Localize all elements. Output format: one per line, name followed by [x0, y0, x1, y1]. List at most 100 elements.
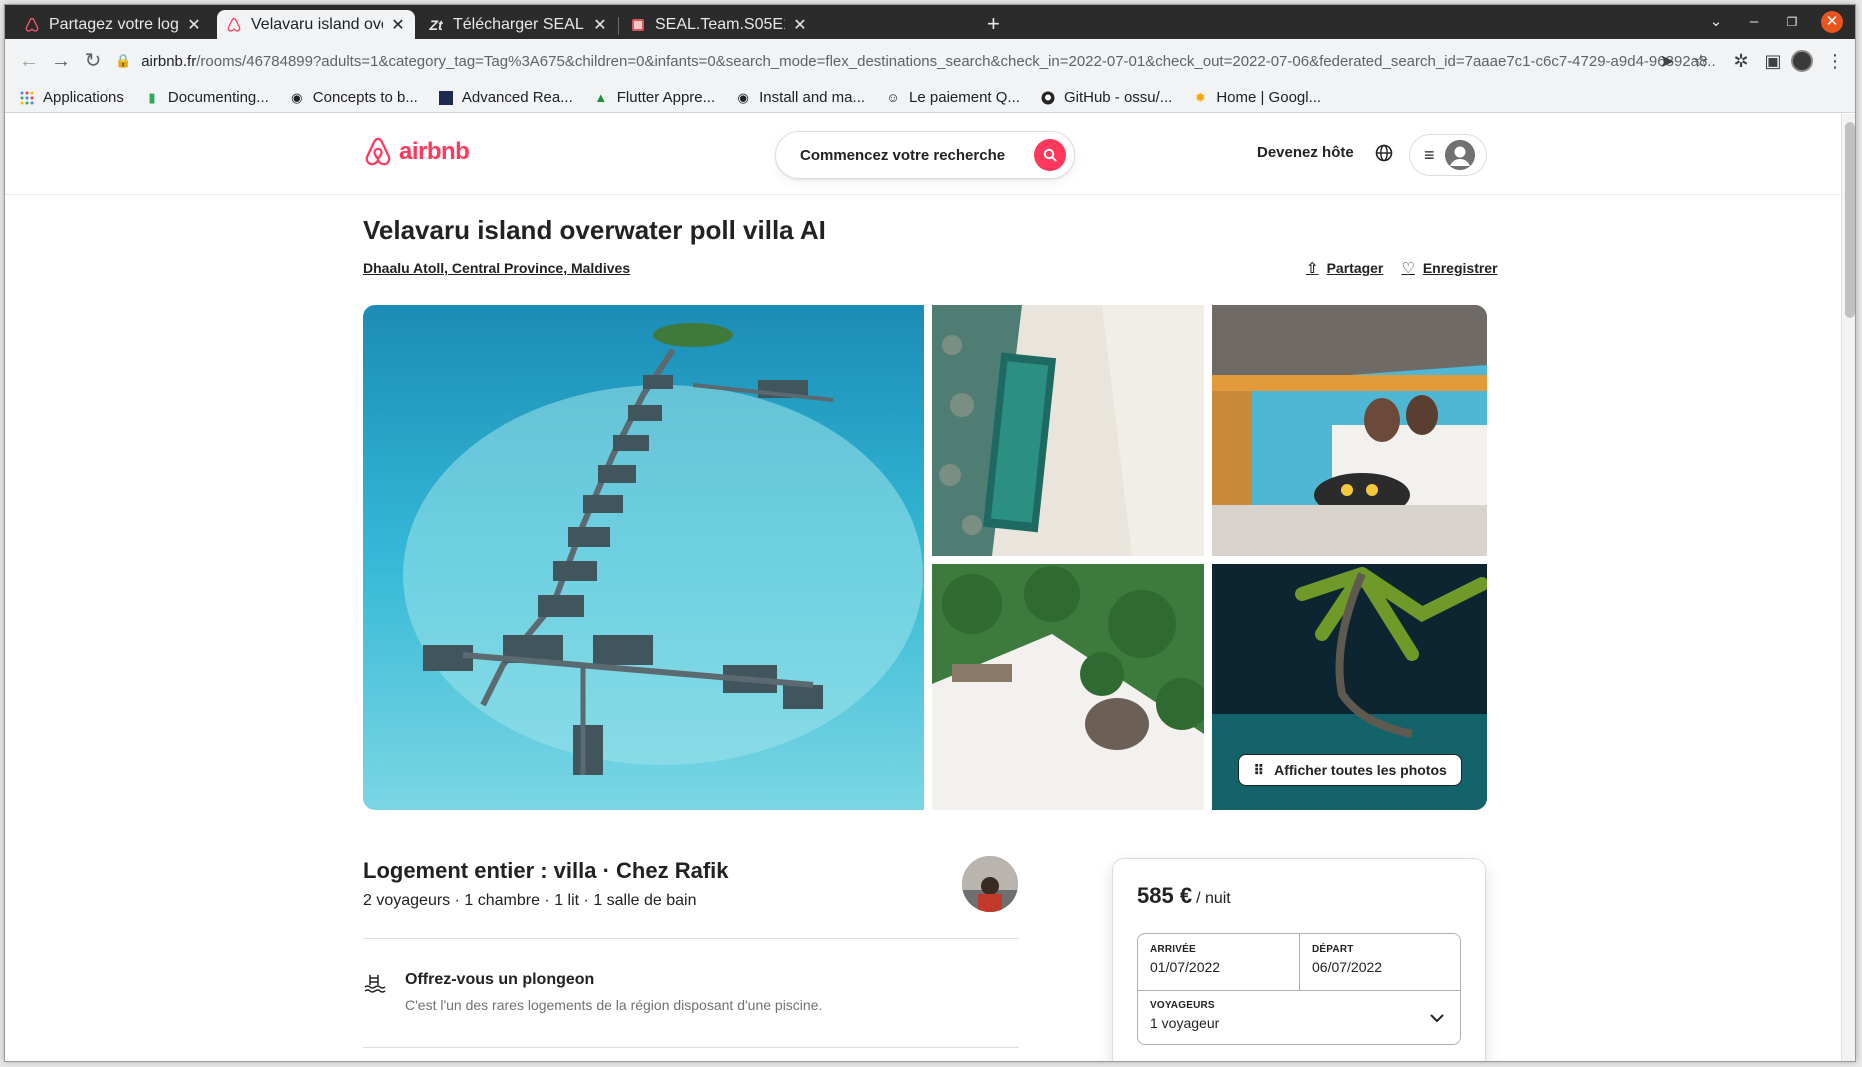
profile-avatar[interactable]	[1791, 50, 1813, 72]
bookmark-concepts[interactable]: ◉ Concepts to b...	[289, 89, 418, 106]
chevron-down-icon[interactable]	[1430, 1010, 1444, 1028]
main-photo-overwater-villas[interactable]	[363, 305, 924, 810]
logo-text: airbnb	[399, 138, 470, 165]
lock-icon: 🔒	[115, 53, 132, 68]
photo-beach-island[interactable]	[932, 564, 1204, 810]
heart-icon: ♡	[1401, 260, 1415, 277]
search-button[interactable]	[1034, 139, 1066, 171]
checkin-field[interactable]: ARRIVÉE 01/07/2022	[1138, 934, 1299, 985]
close-window-button[interactable]: ✕	[1821, 11, 1843, 33]
side-panel-icon[interactable]: ▣	[1761, 49, 1785, 73]
bookmark-label: GitHub - ossu/...	[1063, 89, 1173, 106]
listing-title: Velavaru island overwater poll villa AI	[363, 215, 826, 245]
feature-title: Offrez-vous un plongeon	[405, 971, 595, 988]
reload-icon[interactable]: ↻	[81, 49, 105, 73]
grid-dots-icon: ⠿	[1253, 761, 1265, 778]
scrollbar-thumb[interactable]	[1845, 122, 1855, 318]
site-header: airbnb Commencez votre recherche Devenez…	[5, 114, 1841, 195]
become-host-link[interactable]: Devenez hôte	[1257, 144, 1354, 161]
checkin-value: 01/07/2022	[1150, 959, 1221, 975]
tab-title: SEAL.Team.S05E10.VOST	[655, 15, 785, 33]
user-menu-button[interactable]: ≡	[1409, 134, 1487, 176]
star-icon[interactable]: ☆	[1689, 49, 1713, 73]
show-all-photos-label: Afficher toutes les photos	[1274, 762, 1447, 778]
apps-grid-icon	[19, 90, 35, 106]
location-link[interactable]: Dhaalu Atoll, Central Province, Maldives	[363, 260, 630, 276]
share-button[interactable]: ⇧ Partager	[1306, 259, 1383, 277]
close-tab-icon[interactable]: ✕	[791, 15, 809, 35]
url-path: /rooms/46784899?adults=1&category_tag=Ta…	[196, 52, 1717, 70]
tab-search-chevron-icon[interactable]: ⌄	[1705, 11, 1727, 33]
checkin-label: ARRIVÉE	[1150, 944, 1196, 955]
photo-spa-massage[interactable]	[1212, 305, 1487, 556]
bookmark-label: Le paiement Q...	[909, 89, 1020, 106]
web-page: airbnb Commencez votre recherche Devenez…	[5, 114, 1841, 1061]
bookmark-paiement[interactable]: ☺ Le paiement Q...	[885, 89, 1020, 106]
tab-title: Partagez votre logement	[49, 15, 179, 33]
bookmark-label: Flutter Appre...	[616, 89, 716, 106]
tab-seal-vost[interactable]: SEAL.Team.S05E10.VOST ✕	[621, 10, 817, 39]
bookmark-flutter[interactable]: ▲ Flutter Appre...	[593, 89, 715, 106]
price-unit: / nuit	[1196, 890, 1231, 907]
film-icon	[629, 16, 647, 34]
url-host: airbnb.fr	[141, 52, 197, 70]
tab-velavaru[interactable]: Velavaru island overwater ✕	[217, 10, 415, 39]
bookmark-advanced-rea[interactable]: Advanced Rea...	[438, 89, 573, 106]
search-icon	[1043, 148, 1057, 162]
page-scrollbar[interactable]	[1841, 114, 1855, 1061]
bookmarks-bar: Applications ▮ Documenting... ◉ Concepts…	[5, 83, 1855, 113]
bookmark-home-google[interactable]: ✹ Home | Googl...	[1192, 89, 1321, 106]
tab-seal-download[interactable]: Zt Télécharger SEAL Team - S ✕	[419, 10, 617, 39]
bookmark-documenting[interactable]: ▮ Documenting...	[144, 89, 268, 106]
close-tab-icon[interactable]: ✕	[591, 15, 609, 35]
chart-icon: ▲	[594, 90, 608, 105]
airbnb-icon	[23, 16, 41, 34]
bookmark-label: Home | Googl...	[1216, 89, 1322, 106]
new-tab-button[interactable]: +	[987, 13, 1000, 35]
forward-arrow-icon[interactable]: →	[49, 49, 73, 73]
back-arrow-icon[interactable]: ←	[17, 49, 41, 73]
language-globe-icon[interactable]	[1373, 142, 1395, 164]
tab-partagez[interactable]: Partagez votre logement ✕	[15, 10, 211, 39]
tab-strip: Partagez votre logement ✕ Velavaru islan…	[5, 5, 1855, 39]
airbnb-logo[interactable]: airbnb	[363, 136, 470, 168]
show-all-photos-button[interactable]: ⠿ Afficher toutes les photos	[1238, 754, 1462, 786]
search-bar[interactable]: Commencez votre recherche	[775, 131, 1075, 179]
minimize-button[interactable]: –	[1743, 11, 1765, 33]
tab-separator	[618, 17, 619, 35]
extensions-icon[interactable]: ✲	[1729, 49, 1753, 73]
guests-value: 1 voyageur	[1150, 1015, 1220, 1031]
address-bar[interactable]: 🔒 airbnb.fr /rooms/46784899?adults=1&cat…	[115, 45, 1717, 77]
host-avatar[interactable]	[962, 856, 1018, 912]
bookmark-label: Concepts to b...	[312, 89, 418, 106]
bookmark-github[interactable]: GitHub - ossu/...	[1040, 89, 1172, 106]
document-icon: ▮	[148, 89, 156, 105]
guests-field[interactable]: VOYAGEURS 1 voyageur	[1138, 990, 1438, 1041]
search-placeholder: Commencez votre recherche	[800, 146, 1006, 164]
face-icon: ☺	[886, 90, 900, 105]
more-menu-icon[interactable]: ⋮	[1823, 49, 1847, 73]
listing-actions: ⇧ Partager ♡ Enregistrer	[1288, 259, 1498, 277]
bookmark-install[interactable]: ◉ Install and ma...	[735, 89, 865, 106]
save-button[interactable]: ♡ Enregistrer	[1401, 259, 1497, 277]
close-tab-icon[interactable]: ✕	[389, 15, 407, 35]
save-label: Enregistrer	[1422, 260, 1498, 276]
restore-button[interactable]: ❐	[1781, 11, 1803, 33]
bookmark-applications[interactable]: Applications	[19, 89, 124, 106]
booking-inputs: ARRIVÉE 01/07/2022 DÉPART 06/07/2022 VOY…	[1137, 933, 1461, 1045]
airbnb-icon	[365, 137, 391, 166]
share-label: Partager	[1326, 260, 1384, 276]
guests-label: VOYAGEURS	[1150, 1000, 1215, 1011]
photo-pool-aerial[interactable]	[932, 305, 1204, 556]
sun-icon: ✹	[1194, 89, 1206, 105]
browser-toolbar: ← → ↻ 🔒 airbnb.fr /rooms/46784899?adults…	[5, 39, 1855, 83]
listing-specs: 2 voyageurs · 1 chambre · 1 lit · 1 sall…	[363, 892, 697, 909]
send-icon[interactable]: ➤	[1655, 49, 1679, 73]
section-divider	[363, 1047, 1019, 1048]
user-avatar-icon	[1444, 140, 1475, 170]
close-tab-icon[interactable]: ✕	[185, 15, 203, 35]
checkout-field[interactable]: DÉPART 06/07/2022	[1300, 934, 1461, 985]
share-icon: ⇧	[1306, 260, 1319, 277]
checkout-value: 06/07/2022	[1312, 959, 1383, 975]
pool-icon	[364, 972, 388, 996]
